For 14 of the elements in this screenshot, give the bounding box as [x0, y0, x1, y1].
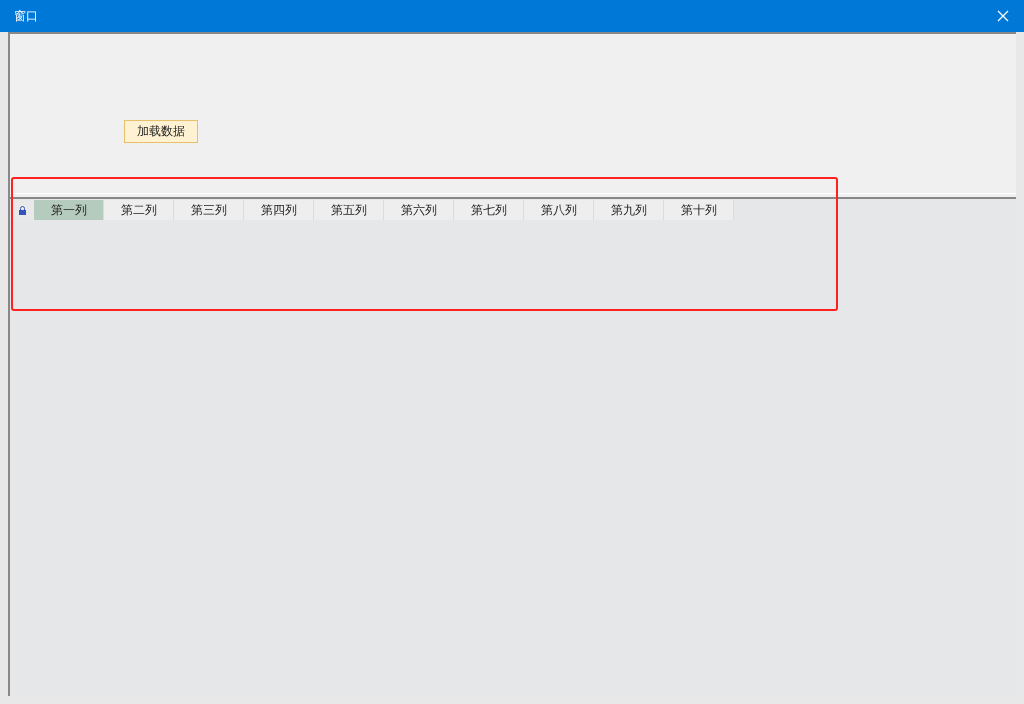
column-header[interactable]: 第二列 [104, 200, 174, 220]
lock-icon [18, 205, 26, 215]
column-header[interactable]: 第七列 [454, 200, 524, 220]
column-header[interactable]: 第六列 [384, 200, 454, 220]
column-header[interactable]: 第四列 [244, 200, 314, 220]
column-header[interactable]: 第一列 [34, 200, 104, 220]
column-header[interactable]: 第八列 [524, 200, 594, 220]
window-title: 窗口 [14, 8, 38, 25]
load-data-button[interactable]: 加载数据 [124, 119, 198, 143]
close-icon[interactable] [997, 10, 1009, 22]
column-header[interactable]: 第十列 [664, 200, 734, 220]
column-header[interactable]: 第三列 [174, 200, 244, 220]
column-header[interactable]: 第九列 [594, 200, 664, 220]
column-header[interactable]: 第五列 [314, 200, 384, 220]
